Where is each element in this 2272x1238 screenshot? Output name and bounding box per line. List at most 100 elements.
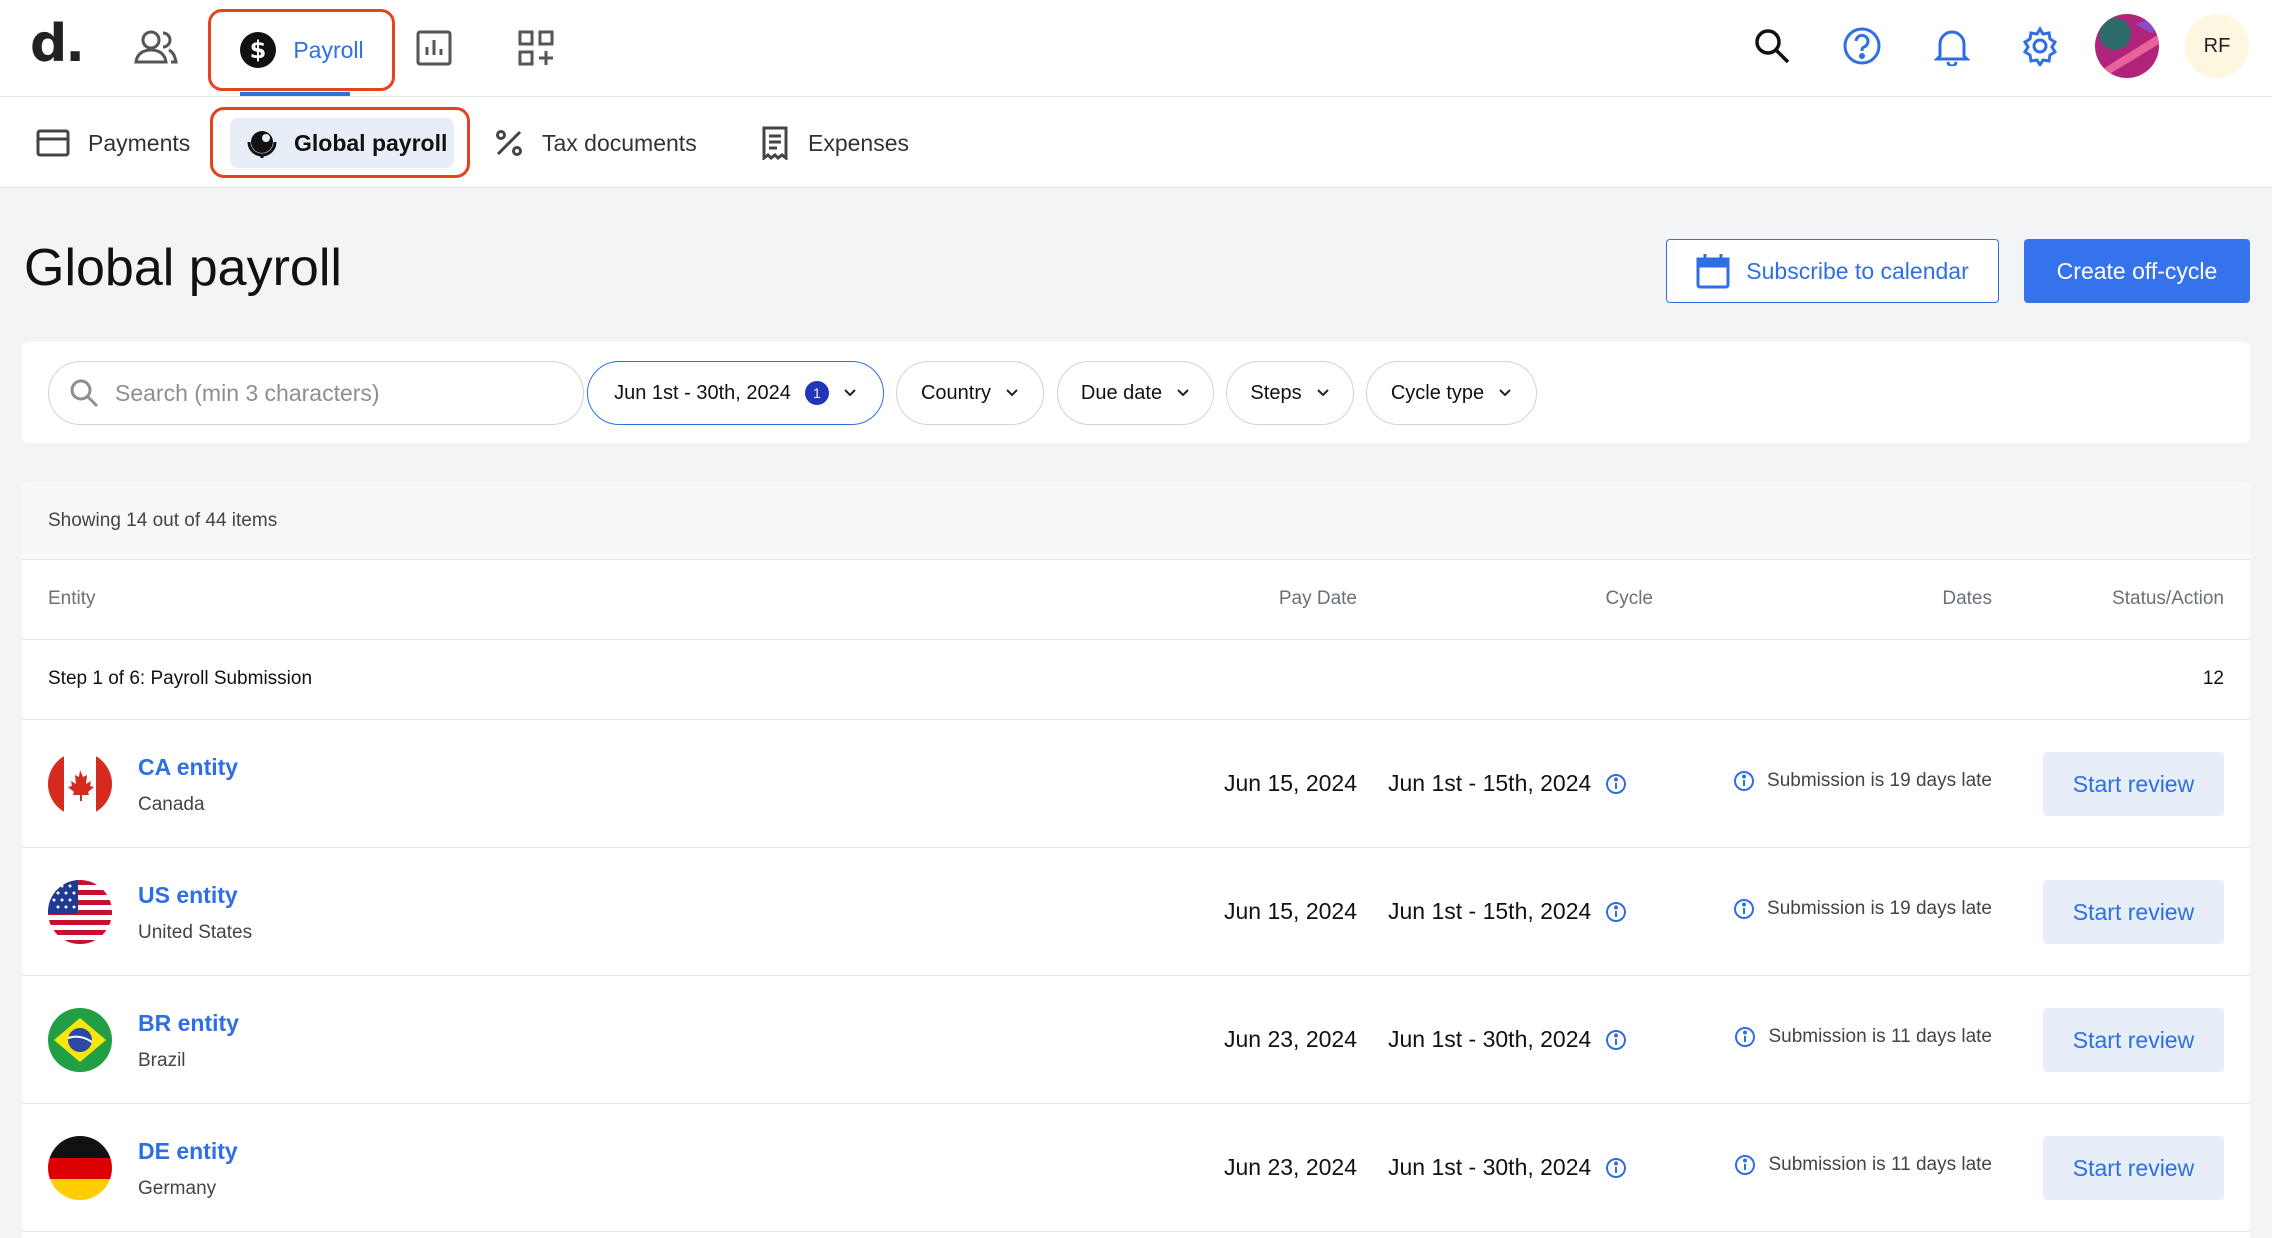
- cycle-type-filter[interactable]: Cycle type: [1366, 361, 1537, 425]
- subnav-payments-label: Payments: [88, 129, 191, 156]
- search-placeholder: Search (min 3 characters): [115, 379, 380, 406]
- due-date-filter-label: Due date: [1080, 381, 1163, 404]
- subnav-global-payroll-label: Global payroll: [294, 129, 448, 156]
- steps-filter[interactable]: Steps: [1226, 361, 1354, 425]
- items-count: Showing 14 out of 44 items: [22, 482, 2250, 560]
- pay-date: Jun 23, 2024: [1223, 1026, 1357, 1052]
- table-row[interactable]: CA entity Canada Jun 15, 2024 Jun 1st - …: [22, 720, 2250, 848]
- info-icon: [1735, 1155, 1756, 1175]
- entity-name-link[interactable]: CA entity: [138, 754, 238, 781]
- top-navigation: d. $ Payroll RF: [0, 0, 2272, 97]
- status-text: Submission is 19 days late: [1767, 898, 1992, 919]
- page-title: Global payroll: [24, 239, 342, 297]
- table-row[interactable]: US entity United States Jun 15, 2024 Jun…: [22, 848, 2250, 976]
- subnav-item-expenses[interactable]: Expenses: [760, 117, 909, 169]
- user-initials[interactable]: RF: [2185, 14, 2249, 78]
- steps-filter-label: Steps: [1250, 381, 1302, 404]
- bell-icon[interactable]: [1920, 14, 1984, 78]
- cycle-type-filter-label: Cycle type: [1390, 381, 1485, 404]
- search-input[interactable]: Search (min 3 characters): [48, 361, 584, 425]
- date-range-label: Jun 1st - 30th, 2024: [614, 381, 791, 404]
- pay-date: Jun 15, 2024: [1223, 898, 1357, 924]
- chevron-down-icon: [844, 389, 856, 397]
- subscribe-calendar-label: Subscribe to calendar: [1746, 257, 1969, 284]
- cycle-range: Jun 1st - 15th, 2024: [1388, 898, 1592, 924]
- active-tab-indicator: [240, 92, 350, 96]
- chevron-down-icon: [1006, 389, 1018, 397]
- country-filter-label: Country: [920, 381, 992, 404]
- info-icon[interactable]: [1605, 1029, 1627, 1051]
- status-cell: Submission is 19 days late: [1733, 770, 1992, 792]
- entity-name-link[interactable]: DE entity: [138, 1138, 238, 1165]
- cycle-cell: Jun 1st - 15th, 2024: [1388, 770, 1627, 797]
- info-icon[interactable]: [1605, 1157, 1627, 1179]
- info-icon: [1734, 771, 1755, 791]
- app-logo[interactable]: d.: [30, 14, 85, 74]
- entity-name-link[interactable]: US entity: [138, 882, 238, 909]
- globe-payroll-icon: [247, 131, 277, 158]
- date-range-filter[interactable]: Jun 1st - 30th, 2024 1: [587, 361, 884, 425]
- subnav-item-payments[interactable]: Payments: [36, 117, 190, 169]
- status-cell: Submission is 11 days late: [1734, 1154, 1992, 1176]
- search-icon: [70, 379, 99, 408]
- filter-count-badge: 1: [804, 381, 829, 405]
- table-row[interactable]: DE entity Germany Jun 23, 2024 Jun 1st -…: [22, 1104, 2250, 1232]
- avatar[interactable]: [2095, 14, 2159, 78]
- canada-flag-icon: [48, 752, 112, 816]
- entity-country: Germany: [138, 1178, 217, 1199]
- reports-icon[interactable]: [406, 20, 462, 76]
- create-off-cycle-button[interactable]: Create off-cycle: [2024, 239, 2250, 303]
- entity-country: United States: [138, 922, 253, 943]
- dollar-icon: $: [240, 32, 277, 68]
- brazil-flag-icon: [48, 1008, 112, 1072]
- column-entity[interactable]: Entity: [48, 588, 96, 610]
- payroll-table: Showing 14 out of 44 items Entity Pay Da…: [22, 482, 2250, 1238]
- tab-payroll-label: Payroll: [293, 36, 364, 63]
- germany-flag-icon: [48, 1136, 112, 1200]
- column-cycle[interactable]: Cycle: [1605, 588, 1653, 610]
- people-icon[interactable]: [128, 20, 184, 76]
- step-group-row[interactable]: Step 1 of 6: Payroll Submission 12: [22, 640, 2250, 720]
- status-cell: Submission is 19 days late: [1733, 898, 1992, 920]
- tab-payroll[interactable]: $ Payroll: [208, 9, 395, 91]
- info-icon[interactable]: [1605, 901, 1627, 923]
- pay-date: Jun 23, 2024: [1223, 1154, 1357, 1180]
- subnav-tax-documents-label: Tax documents: [542, 129, 697, 156]
- table-row[interactable]: BR entity Brazil Jun 23, 2024 Jun 1st - …: [22, 976, 2250, 1104]
- entity-country: Canada: [138, 794, 205, 815]
- start-review-button[interactable]: Start review: [2043, 880, 2224, 944]
- column-dates[interactable]: Dates: [1942, 588, 1992, 610]
- chevron-down-icon: [1499, 389, 1511, 397]
- subscribe-calendar-button[interactable]: Subscribe to calendar: [1666, 239, 1999, 303]
- status-cell: Submission is 11 days late: [1734, 1026, 1992, 1048]
- chevron-down-icon: [1316, 389, 1329, 397]
- info-icon[interactable]: [1605, 773, 1627, 795]
- due-date-filter[interactable]: Due date: [1057, 361, 1214, 425]
- svg-text:$: $: [250, 36, 267, 64]
- percent-icon: [496, 130, 522, 156]
- entity-name-link[interactable]: BR entity: [138, 1010, 239, 1037]
- chevron-down-icon: [1177, 389, 1189, 397]
- start-review-button[interactable]: Start review: [2043, 1008, 2224, 1072]
- column-pay-date[interactable]: Pay Date: [1279, 588, 1357, 610]
- table-header: Entity Pay Date Cycle Dates Status/Actio…: [22, 560, 2250, 640]
- gear-icon[interactable]: [2008, 14, 2072, 78]
- cycle-cell: Jun 1st - 30th, 2024: [1388, 1026, 1627, 1053]
- entity-country: Brazil: [138, 1050, 186, 1071]
- cycle-range: Jun 1st - 30th, 2024: [1388, 1154, 1592, 1180]
- help-icon[interactable]: [1830, 14, 1894, 78]
- search-icon[interactable]: [1740, 14, 1804, 78]
- column-status-action[interactable]: Status/Action: [2112, 588, 2224, 610]
- start-review-button[interactable]: Start review: [2043, 1136, 2224, 1200]
- status-text: Submission is 11 days late: [1768, 1026, 1992, 1047]
- country-filter[interactable]: Country: [896, 361, 1044, 425]
- subnav-item-global-payroll[interactable]: Global payroll: [230, 118, 454, 168]
- cycle-cell: Jun 1st - 30th, 2024: [1388, 1154, 1627, 1181]
- apps-add-icon[interactable]: [508, 20, 564, 76]
- cycle-range: Jun 1st - 15th, 2024: [1388, 770, 1592, 796]
- subnav-item-tax-documents[interactable]: Tax documents: [494, 117, 697, 169]
- us-flag-icon: [48, 880, 112, 944]
- step-group-label: Step 1 of 6: Payroll Submission: [48, 668, 313, 689]
- pay-date: Jun 15, 2024: [1223, 770, 1357, 796]
- start-review-button[interactable]: Start review: [2043, 752, 2224, 816]
